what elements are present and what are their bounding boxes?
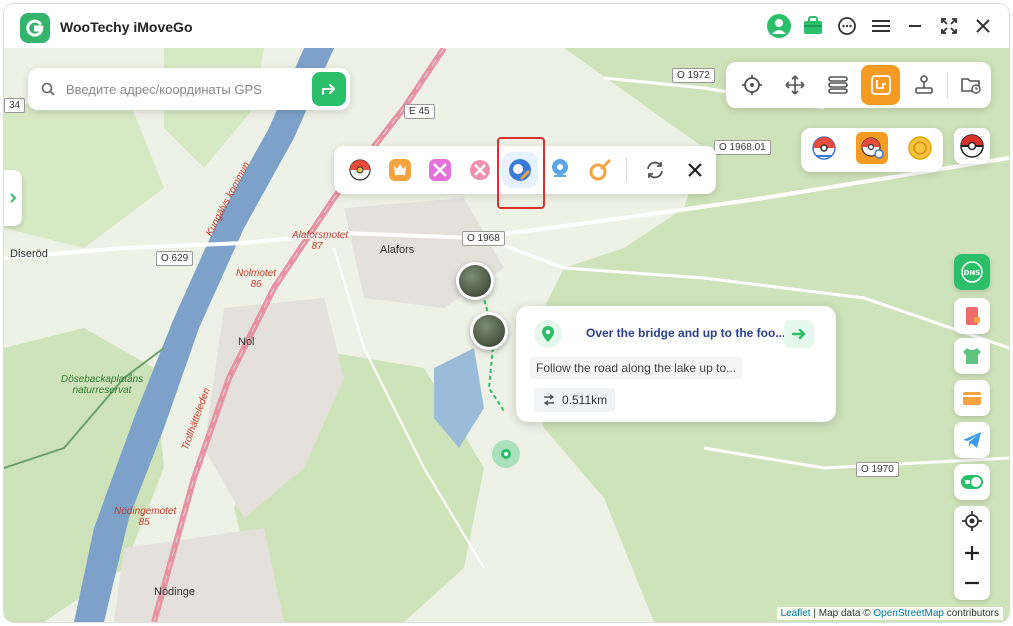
map-attribution: Leaflet | Map data © OpenStreetMap contr…: [776, 607, 1003, 620]
zoom-in-icon[interactable]: [963, 544, 981, 567]
jump-route-icon[interactable]: [861, 65, 900, 105]
refresh-icon[interactable]: [637, 152, 673, 188]
next-arrow-button[interactable]: [784, 320, 814, 348]
pikmin-icon[interactable]: [462, 152, 498, 188]
place-label: Nödinge: [154, 586, 195, 598]
avatar-icon[interactable]: [767, 14, 791, 38]
close-icon[interactable]: [677, 152, 713, 188]
dns-icon[interactable]: DNS: [954, 254, 990, 290]
map-view[interactable]: Diseröd Alafors Nol Nödinge Alaforsmotet…: [4, 48, 1009, 622]
route-photo: [459, 265, 491, 297]
window-controls: [767, 14, 995, 38]
menu-icon[interactable]: [869, 14, 893, 38]
arrow-right-icon: [791, 328, 806, 340]
search-go-button[interactable]: [312, 72, 346, 106]
road-badge: O 1968.01: [714, 140, 771, 155]
fullscreen-icon[interactable]: [937, 14, 961, 38]
title-bar: WooTechy iMoveGo: [4, 4, 1009, 48]
road-badge: O 1968: [462, 231, 505, 246]
road-badge: 34: [4, 98, 26, 113]
divider: [947, 72, 948, 98]
ingress-icon[interactable]: [582, 152, 618, 188]
app-logo-icon: [20, 13, 50, 43]
zoom-out-icon[interactable]: [963, 574, 981, 597]
search-icon: [41, 82, 55, 101]
road-badge: O 1970: [856, 462, 899, 477]
road-badge: O 1972: [672, 68, 715, 83]
osm-link[interactable]: OpenStreetMap: [873, 608, 944, 619]
zoom-controls: [954, 506, 990, 600]
chevron-right-icon: [10, 193, 17, 203]
dragon-quest-icon[interactable]: [422, 152, 458, 188]
move-icon[interactable]: [775, 65, 814, 105]
contributors-text: contributors: [943, 608, 999, 619]
card-icon[interactable]: [954, 380, 990, 416]
coin-icon[interactable]: [906, 134, 934, 167]
map-data-text: | Map data ©: [810, 608, 874, 619]
app-window: WooTechy iMoveGo Diseröd Alafors Nol Nöd…: [4, 4, 1009, 622]
phone-icon[interactable]: [954, 298, 990, 334]
place-label: Alafors: [380, 244, 415, 256]
search-bar: [28, 68, 350, 110]
road-badge: O 629: [156, 251, 194, 266]
minimize-icon[interactable]: [903, 14, 927, 38]
svg-text:DNS: DNS: [964, 269, 981, 277]
toggle-icon[interactable]: [954, 464, 990, 500]
place-label: Diseröd: [10, 248, 48, 260]
shop-icon[interactable]: [801, 14, 825, 38]
divider: [626, 158, 627, 182]
teleport-icon[interactable]: [732, 65, 771, 105]
pokemon-go-icon[interactable]: [342, 152, 378, 188]
search-input[interactable]: [66, 81, 296, 97]
distance-icon: [543, 394, 555, 406]
multi-spot-icon[interactable]: [818, 65, 857, 105]
place-label: Nödingemotet 85: [114, 506, 177, 528]
leaflet-link[interactable]: Leaflet: [781, 608, 811, 619]
route-point-marker[interactable]: [470, 312, 508, 350]
close-icon[interactable]: [971, 14, 995, 38]
selection-highlight: [497, 137, 545, 209]
route-info-card: Over the bridge and up to the foo... Fol…: [516, 306, 836, 422]
route-point-marker[interactable]: [456, 262, 494, 300]
chat-icon[interactable]: [835, 14, 859, 38]
place-label: Dösebackaplatåns naturreservat: [60, 374, 144, 396]
route-photo: [473, 315, 505, 347]
place-label: Nolmotet 86: [235, 268, 276, 290]
location-pin-icon: [534, 320, 562, 348]
joystick-icon[interactable]: [904, 65, 943, 105]
place-label: Nol: [238, 336, 255, 348]
distance-chip: 0.511km: [534, 388, 616, 412]
telegram-icon[interactable]: [954, 422, 990, 458]
shirt-icon[interactable]: [954, 338, 990, 374]
pokeball-icon[interactable]: [954, 128, 990, 164]
distance-value: 0.511km: [562, 393, 608, 407]
sidebar-toggle[interactable]: [4, 170, 22, 226]
locate-icon[interactable]: [961, 510, 983, 537]
monster-hunter-icon[interactable]: [382, 152, 418, 188]
mode-toolbar: [726, 62, 991, 108]
route-title: Over the bridge and up to the foo...: [586, 326, 786, 340]
history-icon[interactable]: [952, 65, 991, 105]
poke-tools-row: [801, 128, 943, 172]
road-badge: E 45: [404, 104, 435, 119]
pokestop-icon[interactable]: [810, 134, 838, 167]
pokeball-search-icon[interactable]: [856, 131, 888, 169]
location-pin-icon[interactable]: [542, 152, 578, 188]
route-description: Follow the road along the lake up to...: [530, 357, 743, 379]
place-label: Alaforsmotet 87: [292, 230, 349, 252]
app-title: WooTechy iMoveGo: [60, 19, 193, 35]
current-location-marker: [492, 440, 520, 468]
